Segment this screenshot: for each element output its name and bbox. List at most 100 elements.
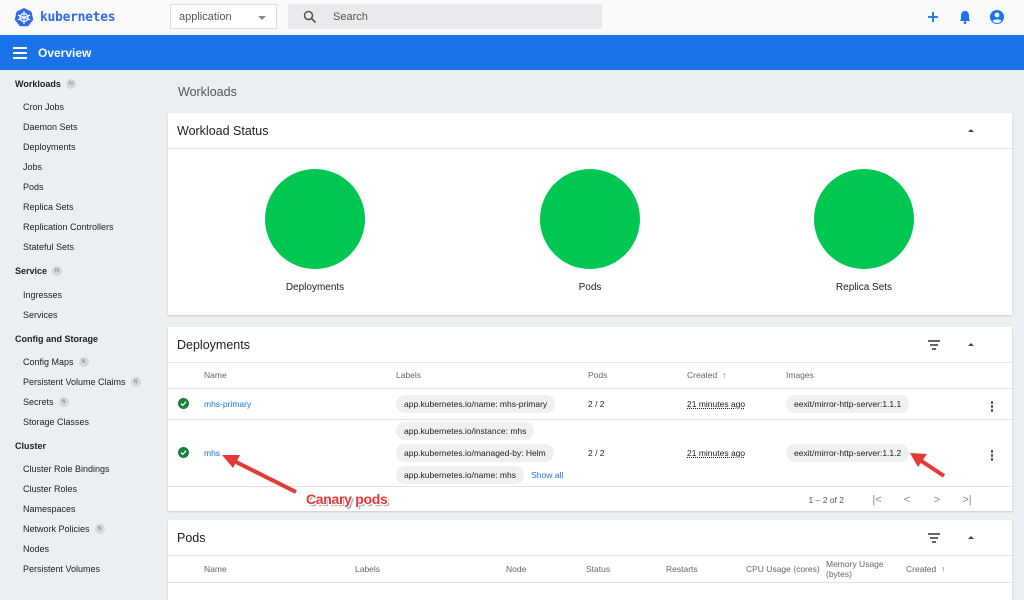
namespaced-badge: N xyxy=(94,524,105,534)
sidebar-item-nodes[interactable]: Nodes xyxy=(23,544,49,554)
column-header-cpu-usage: CPU Usage (cores) xyxy=(746,556,826,583)
filter-icon[interactable] xyxy=(928,533,940,545)
sidebar: Workloads N Cron Jobs Daemon Sets Deploym… xyxy=(0,70,166,587)
image-chip: eexit/mirror-http-server:1.1.1 xyxy=(786,394,910,413)
sidebar-item-cluster-roles[interactable]: Cluster Roles xyxy=(23,484,77,494)
status-pie-chart xyxy=(814,169,914,269)
search-icon xyxy=(303,10,317,23)
sidebar-item-replica-sets[interactable]: Replica Sets xyxy=(23,202,74,212)
sidebar-item-replication-controllers[interactable]: Replication Controllers xyxy=(23,222,114,232)
more-vert-icon[interactable] xyxy=(990,401,994,412)
namespaced-badge: N xyxy=(130,377,141,387)
pods-table: Name Labels Node Status Restarts CPU Usa… xyxy=(168,556,1012,583)
status-pie-chart xyxy=(540,169,640,269)
column-header-pods: Pods xyxy=(588,363,687,389)
namespaced-badge: N xyxy=(65,79,76,89)
card-title: Workload Status xyxy=(177,123,269,138)
sidebar-item-cluster-role-bindings[interactable]: Cluster Role Bindings xyxy=(23,464,110,474)
deployments-table: Name Labels Pods Created ↑ Images mhs-pr… xyxy=(168,363,1012,487)
deployments-card: Deployments Name Labels Pods Created ↑ I… xyxy=(168,327,1012,511)
previous-page-icon[interactable]: < xyxy=(892,494,922,506)
deployment-name-link[interactable]: mhs xyxy=(204,448,220,458)
sidebar-item-jobs[interactable]: Jobs xyxy=(23,162,42,172)
column-header-name[interactable]: Name xyxy=(204,363,396,389)
status-pods[interactable]: Pods xyxy=(530,169,650,293)
namespaced-badge: N xyxy=(52,266,63,276)
created-time: 21 minutes ago xyxy=(687,447,746,458)
sidebar-item-persistent-volumes[interactable]: Persistent Volumes xyxy=(23,564,100,574)
sidebar-item-ingresses[interactable]: Ingresses xyxy=(23,290,62,300)
account-circle-icon[interactable] xyxy=(988,8,1006,26)
image-chip: eexit/mirror-http-server:1.1.2 xyxy=(786,443,910,462)
menu-icon[interactable] xyxy=(13,46,27,59)
kubernetes-logo[interactable]: kubernetes xyxy=(14,7,116,27)
status-deployments[interactable]: Deployments xyxy=(255,169,375,293)
card-title: Deployments xyxy=(177,337,250,352)
column-header-images: Images xyxy=(786,363,972,389)
page-header-title: Overview xyxy=(38,45,92,60)
namespace-select[interactable]: application xyxy=(170,4,277,29)
sidebar-section-cluster[interactable]: Cluster xyxy=(15,441,46,451)
sidebar-item-stateful-sets[interactable]: Stateful Sets xyxy=(23,242,74,252)
column-header-name[interactable]: Name xyxy=(204,556,355,583)
sidebar-item-storage-classes[interactable]: Storage Classes xyxy=(23,417,89,427)
workload-status-card: Workload Status Deployments Pods Replica… xyxy=(168,113,1012,315)
more-vert-icon[interactable] xyxy=(990,450,994,461)
app-name: kubernetes xyxy=(40,9,116,25)
filter-icon[interactable] xyxy=(928,340,940,352)
sidebar-section-workloads[interactable]: Workloads N xyxy=(15,79,76,89)
pagination-range: 1 – 2 of 2 xyxy=(808,495,844,505)
column-header-node: Node xyxy=(506,556,586,583)
annotation-canary-pods: Canary pods xyxy=(306,491,388,507)
sidebar-item-network-policies[interactable]: Network Policies N xyxy=(23,524,105,534)
table-row[interactable]: mhs-primary app.kubernetes.io/name: mhs-… xyxy=(168,388,1012,420)
top-bar: kubernetes application Search xyxy=(0,0,1024,35)
page-header: Overview xyxy=(0,35,1024,70)
deployment-name-link[interactable]: mhs-primary xyxy=(204,399,251,409)
sidebar-item-cron-jobs[interactable]: Cron Jobs xyxy=(23,102,64,112)
collapse-icon[interactable] xyxy=(968,343,974,346)
last-page-icon[interactable]: >| xyxy=(952,494,982,506)
label-chip: app.kubernetes.io/name: mhs xyxy=(396,465,524,484)
column-header-restarts: Restarts xyxy=(666,556,746,583)
check-circle-icon xyxy=(178,398,189,409)
sidebar-item-pods[interactable]: Pods xyxy=(23,182,44,192)
sidebar-item-config-maps[interactable]: Config Maps N xyxy=(23,357,89,367)
sort-arrow-icon: ↑ xyxy=(721,370,727,381)
next-page-icon[interactable]: > xyxy=(922,494,952,506)
namespaced-badge: N xyxy=(78,357,89,367)
status-replica-sets[interactable]: Replica Sets xyxy=(804,169,924,293)
show-all-link[interactable]: Show all xyxy=(531,470,563,480)
first-page-icon[interactable]: |< xyxy=(862,494,892,506)
section-title: Workloads xyxy=(178,85,237,99)
dropdown-caret-icon xyxy=(258,16,266,20)
sidebar-item-secrets[interactable]: Secrets N xyxy=(23,397,69,407)
pods-card: Pods Name Labels Node Status Restarts CP… xyxy=(168,520,1012,600)
search-input[interactable]: Search xyxy=(288,4,602,29)
pods-count: 2 / 2 xyxy=(588,419,687,487)
check-circle-icon xyxy=(178,447,189,458)
sidebar-item-daemon-sets[interactable]: Daemon Sets xyxy=(23,122,78,132)
card-title: Pods xyxy=(177,530,206,545)
table-row[interactable]: mhs app.kubernetes.io/instance: mhs app.… xyxy=(168,419,1012,487)
column-header-created[interactable]: Created ↑ xyxy=(906,556,1012,583)
label-chip: app.kubernetes.io/managed-by: Helm xyxy=(396,443,554,462)
collapse-icon[interactable] xyxy=(968,129,974,132)
sidebar-item-namespaces[interactable]: Namespaces xyxy=(23,504,76,514)
sidebar-section-config-and-storage[interactable]: Config and Storage xyxy=(15,334,98,344)
collapse-icon[interactable] xyxy=(968,536,974,539)
scrollbar[interactable] xyxy=(1018,70,1024,587)
sidebar-item-persistent-volume-claims[interactable]: Persistent Volume Claims N xyxy=(23,377,141,387)
sidebar-item-services[interactable]: Services xyxy=(23,310,58,320)
column-header-labels: Labels xyxy=(355,556,506,583)
kubernetes-wheel-icon xyxy=(14,8,34,27)
bell-icon[interactable] xyxy=(956,8,974,26)
plus-icon[interactable] xyxy=(924,8,942,26)
status-pie-chart xyxy=(265,169,365,269)
column-header-created[interactable]: Created ↑ xyxy=(687,363,786,389)
label-chip: app.kubernetes.io/name: mhs-primary xyxy=(396,394,556,413)
sidebar-section-service[interactable]: Service N xyxy=(15,266,63,276)
namespace-value: application xyxy=(179,11,232,23)
sidebar-item-deployments[interactable]: Deployments xyxy=(23,142,76,152)
column-header-memory-usage: Memory Usage (bytes) xyxy=(826,556,906,583)
